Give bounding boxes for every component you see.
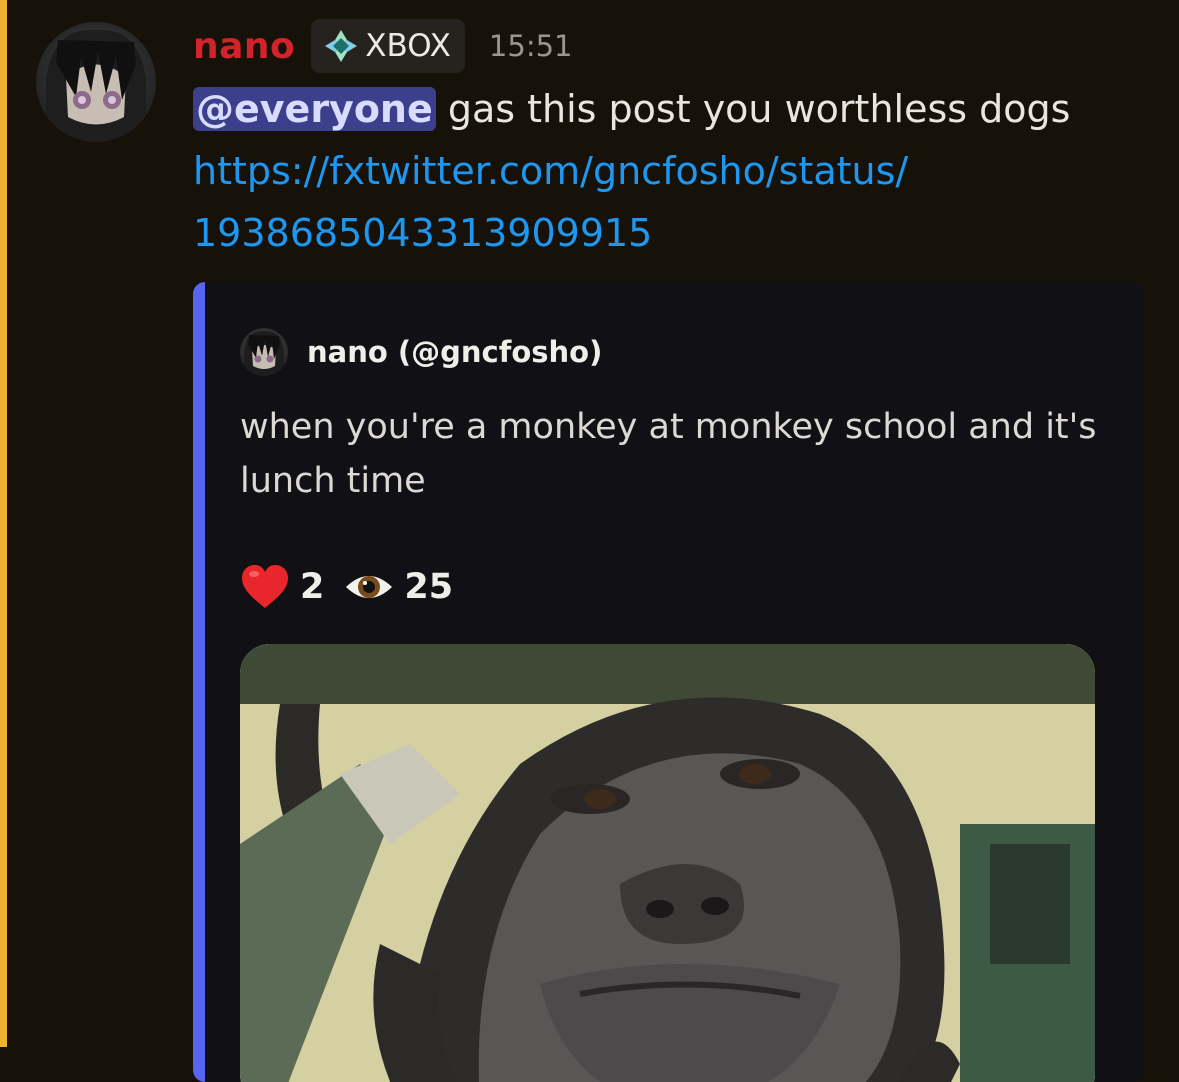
embed-author[interactable]: nano (@gncfosho)	[240, 328, 602, 376]
likes-count: 2	[300, 567, 325, 607]
link-embed: nano (@gncfosho) when you're a monkey at…	[193, 282, 1143, 1082]
everyone-mention[interactable]: @everyone	[193, 87, 436, 131]
server-tag[interactable]: XBOX	[311, 19, 465, 73]
embed-author-avatar[interactable]	[240, 328, 288, 376]
heart-icon	[242, 565, 288, 608]
views-count: 25	[404, 567, 454, 607]
server-tag-label: XBOX	[365, 28, 451, 64]
message-header: nano XBOX 15:51	[193, 18, 573, 74]
message-text: gas this post you worthless dogs	[435, 87, 1071, 131]
embed-description: when you're a monkey at monkey school an…	[240, 407, 1097, 501]
mention-highlight-bar	[0, 0, 7, 1047]
embed-author-name[interactable]: nano (@gncfosho)	[307, 335, 602, 369]
message-timestamp[interactable]: 15:51	[489, 29, 573, 63]
avatar[interactable]	[36, 22, 156, 142]
embed-stats: 2 25	[240, 564, 473, 610]
embed-accent-bar	[193, 282, 205, 1082]
eye-icon	[346, 576, 393, 598]
username[interactable]: nano	[193, 26, 295, 67]
embed-image[interactable]	[240, 644, 1095, 1082]
tweet-link-line1: https://fxtwitter.com/gncfosho/status/	[193, 149, 909, 193]
xbox-tag-icon	[325, 30, 358, 62]
tweet-link-line2: 1938685043313909915	[193, 211, 653, 255]
message-content: @everyone gas this post you worthless do…	[193, 78, 1153, 264]
tweet-link[interactable]: https://fxtwitter.com/gncfosho/status/19…	[193, 140, 1153, 264]
